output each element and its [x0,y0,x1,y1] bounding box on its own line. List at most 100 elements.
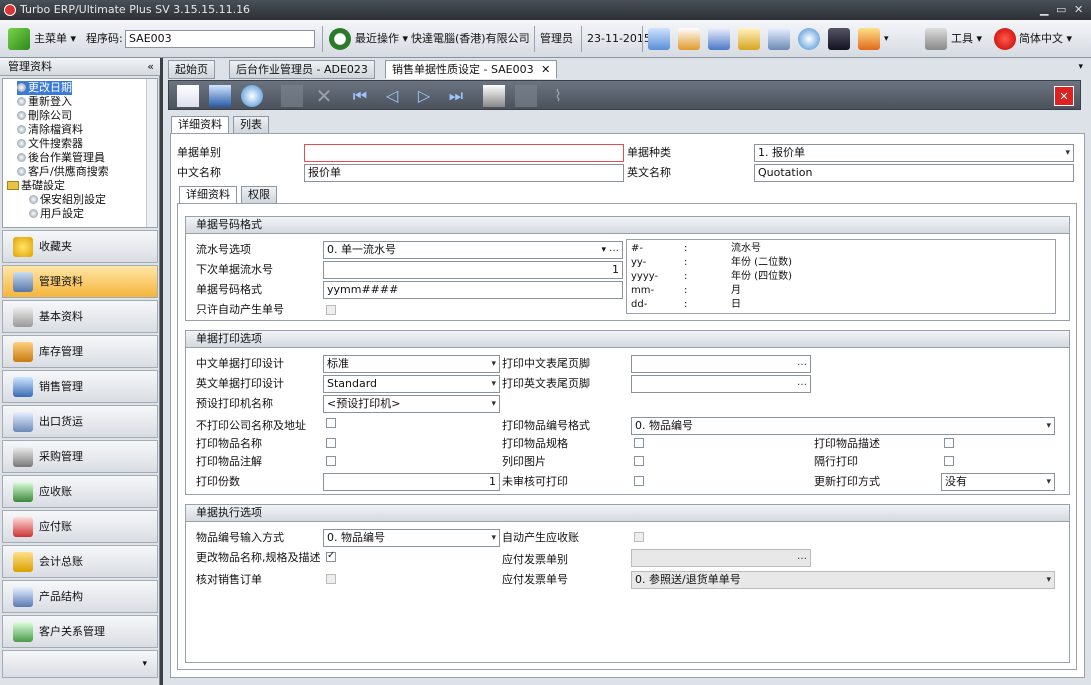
report-icon[interactable] [768,28,790,50]
admin-tree[interactable]: 更改日期 重新登入 刪除公司 清除檔資料 文件搜索器 後台作業管理員 客戶/供應… [2,78,158,228]
nav-payable[interactable]: 应付账 [2,510,158,543]
item-note-checkbox[interactable] [326,456,336,466]
tree-icon[interactable] [738,28,760,50]
legend-sep: : [684,285,688,296]
legend-code: yyyy- [631,271,659,282]
printer-select[interactable]: <预设打印机> [323,395,500,413]
close-form-icon[interactable]: ✕ [1054,86,1074,106]
prev-record-icon[interactable]: ◁ [381,85,403,107]
company-name[interactable]: 快達電腦(香港)有限公司 [411,28,530,50]
main-menu-button[interactable]: 主菜单 ▾ [34,28,76,50]
nav-purchase[interactable]: 采购管理 [2,440,158,473]
last-record-icon[interactable]: ⏭ [445,85,467,107]
item-desc-checkbox[interactable] [944,438,954,448]
nav-inventory[interactable]: 库存管理 [2,335,158,368]
app-icon [4,4,16,16]
subtab-inner-details[interactable]: 详细资料 [179,186,237,204]
check-order-checkbox[interactable] [326,574,336,584]
update-method-select[interactable]: 没有 [941,473,1055,491]
nav-ledger[interactable]: 会计总账 [2,545,158,578]
cn-name-input[interactable]: 报价单 [304,164,624,182]
nav-bom[interactable]: 产品结构 [2,580,158,613]
next-serial-input[interactable]: 1 [323,261,623,279]
nav-shipping[interactable]: 出口货运 [2,405,158,438]
close-icon[interactable]: ✕ [1074,0,1083,20]
nav-sales[interactable]: 销售管理 [2,370,158,403]
item-no-format-select[interactable]: 0. 物品编号 [631,417,1055,435]
tab-ade023[interactable]: 后台作业管理员 - ADE023 [229,60,375,79]
copies-input[interactable]: 1 [323,473,500,491]
tree-item[interactable]: 後台作業管理員 [17,151,105,165]
subtab-permissions[interactable]: 权限 [241,186,277,204]
doc-kind-select[interactable]: 1. 报价单 [754,144,1074,162]
doc-type-input[interactable] [304,144,624,162]
tree-item[interactable]: 更改日期 [17,81,72,95]
first-record-icon[interactable]: ⏮ [349,85,371,107]
item-name-checkbox[interactable] [326,438,336,448]
edit-desc-checkbox[interactable] [326,550,336,562]
input-method-select[interactable]: 0. 物品编号 [323,529,500,547]
auto-ar-checkbox[interactable] [634,532,644,542]
recent-button[interactable]: 最近操作 ▾ [355,28,408,50]
auto-only-checkbox[interactable] [326,305,336,315]
tab-sae003[interactable]: 销售单据性质设定 - SAE003 ✕ [385,60,558,79]
tree-item[interactable]: 客戶/供應商搜索 [17,165,109,179]
china-flag-icon[interactable] [994,28,1016,50]
nav-basic[interactable]: 基本资料 [2,300,158,333]
new-icon[interactable] [177,85,199,107]
search-icon[interactable] [648,28,670,50]
home-icon[interactable] [678,28,700,50]
monitor-icon[interactable] [828,28,850,50]
format-input[interactable]: yymm#### [323,281,623,299]
save-icon[interactable] [209,85,231,107]
refresh-icon[interactable] [798,28,820,50]
tools-button[interactable]: 工具 ▾ [951,28,982,50]
chart-dropdown-icon[interactable]: ▾ [884,28,889,50]
refresh-icon[interactable] [241,85,263,107]
tree-scrollbar[interactable] [146,79,157,227]
unapproved-label: 未审核可打印 [502,475,568,488]
chart-icon[interactable] [858,28,880,50]
tab-close-icon[interactable]: ✕ [541,63,550,76]
clock-icon[interactable] [329,28,351,50]
nav-more-button[interactable]: ▾ [2,650,158,678]
en-design-select[interactable]: Standard [323,375,500,393]
maximize-icon[interactable]: ▭ [1056,0,1066,20]
nav-crm[interactable]: 客户关系管理 [2,615,158,648]
subtab-details[interactable]: 详细资料 [171,116,229,134]
picture-checkbox[interactable] [634,456,644,466]
main-toolbar: 主菜单 ▾ 程序码: SAE003 最近操作 ▾ 快達電腦(香港)有限公司 管理… [0,20,1091,58]
cn-design-select[interactable]: 标准 [323,355,500,373]
serial-option-select[interactable]: 0. 单一流水号 ▾ [323,241,623,259]
en-footer-input[interactable] [631,375,811,393]
alternate-row-checkbox[interactable] [944,456,954,466]
next-record-icon[interactable]: ▷ [413,85,435,107]
unapproved-checkbox[interactable] [634,476,644,486]
cn-footer-input[interactable] [631,355,811,373]
item-spec-checkbox[interactable] [634,438,644,448]
subtab-list[interactable]: 列表 [233,116,269,134]
tree-item[interactable]: 重新登入 [17,95,72,109]
collapse-icon[interactable]: « [147,58,154,76]
tree-item[interactable]: 保安組別設定 [29,193,106,207]
nav-receivable[interactable]: 应收账 [2,475,158,508]
filter-icon[interactable] [483,85,505,107]
nav-admin[interactable]: 管理资料 [2,265,158,298]
user-name[interactable]: 管理员 [540,28,573,50]
no-company-checkbox[interactable] [326,418,336,428]
tree-item[interactable]: 清除檔資料 [17,123,83,137]
tree-item[interactable]: 用戶設定 [29,207,84,221]
tree-item[interactable]: 刪除公司 [17,109,72,123]
list-icon[interactable] [708,28,730,50]
language-button[interactable]: 简体中文 ▾ [1019,28,1072,50]
tools-icon[interactable] [925,28,947,50]
en-name-input[interactable]: Quotation [754,164,1074,182]
tabs-dropdown-icon[interactable]: ▾ [1078,62,1083,72]
nav-favorites[interactable]: 收藏夹 [2,230,158,263]
program-code-input[interactable]: SAE003 [125,30,315,48]
tree-item[interactable]: 文件搜索器 [17,137,83,151]
tab-start[interactable]: 起始页 [168,60,215,79]
main-menu-icon[interactable] [8,28,30,50]
minimize-icon[interactable]: ▁ [1040,0,1048,20]
tree-folder[interactable]: 基礎設定 [7,179,65,193]
